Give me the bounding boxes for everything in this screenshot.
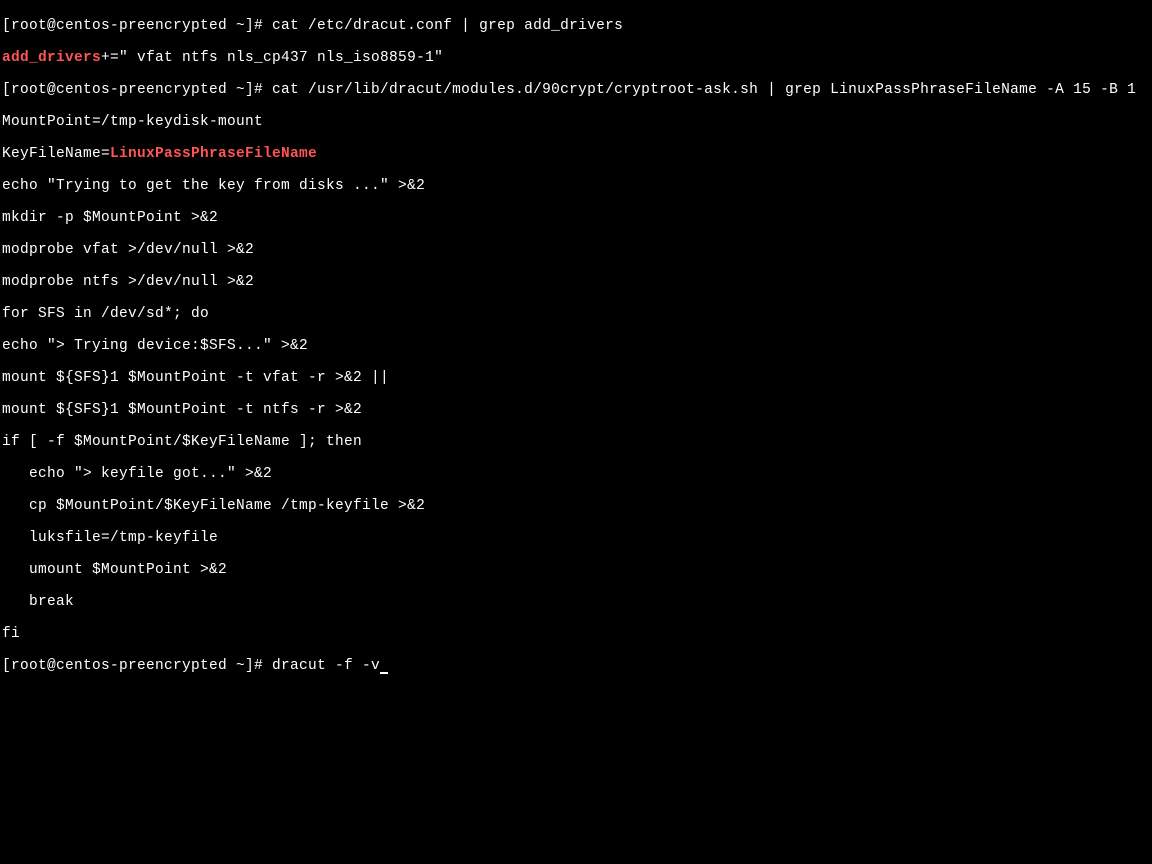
terminal-text: KeyFileName= <box>2 146 110 162</box>
terminal-line: mount ${SFS}1 $MountPoint -t ntfs -r >&2 <box>2 402 1150 418</box>
terminal-line: echo "Trying to get the key from disks .… <box>2 178 1150 194</box>
terminal-line: umount $MountPoint >&2 <box>2 562 1150 578</box>
terminal-line: for SFS in /dev/sd*; do <box>2 306 1150 322</box>
terminal-line: if [ -f $MountPoint/$KeyFileName ]; then <box>2 434 1150 450</box>
terminal-line: echo "> keyfile got..." >&2 <box>2 466 1150 482</box>
terminal-line: [root@centos-preencrypted ~]# cat /usr/l… <box>2 82 1150 98</box>
terminal-prompt-active[interactable]: [root@centos-preencrypted ~]# dracut -f … <box>2 658 1150 674</box>
terminal-window[interactable]: [root@centos-preencrypted ~]# cat /etc/d… <box>2 2 1150 690</box>
terminal-line: cp $MountPoint/$KeyFileName /tmp-keyfile… <box>2 498 1150 514</box>
terminal-line: echo "> Trying device:$SFS..." >&2 <box>2 338 1150 354</box>
terminal-line: MountPoint=/tmp-keydisk-mount <box>2 114 1150 130</box>
terminal-line: add_drivers+=" vfat ntfs nls_cp437 nls_i… <box>2 50 1150 66</box>
terminal-line: fi <box>2 626 1150 642</box>
terminal-line: modprobe ntfs >/dev/null >&2 <box>2 274 1150 290</box>
terminal-text: [root@centos-preencrypted ~]# dracut -f … <box>2 658 380 674</box>
terminal-line: mkdir -p $MountPoint >&2 <box>2 210 1150 226</box>
terminal-line: [root@centos-preencrypted ~]# cat /etc/d… <box>2 18 1150 34</box>
terminal-line: mount ${SFS}1 $MountPoint -t vfat -r >&2… <box>2 370 1150 386</box>
cursor-icon <box>380 672 388 674</box>
terminal-line: modprobe vfat >/dev/null >&2 <box>2 242 1150 258</box>
terminal-line: luksfile=/tmp-keyfile <box>2 530 1150 546</box>
terminal-line: KeyFileName=LinuxPassPhraseFileName <box>2 146 1150 162</box>
grep-match: LinuxPassPhraseFileName <box>110 146 317 162</box>
grep-match: add_drivers <box>2 50 101 66</box>
terminal-line: break <box>2 594 1150 610</box>
terminal-text: +=" vfat ntfs nls_cp437 nls_iso8859-1" <box>101 50 443 66</box>
